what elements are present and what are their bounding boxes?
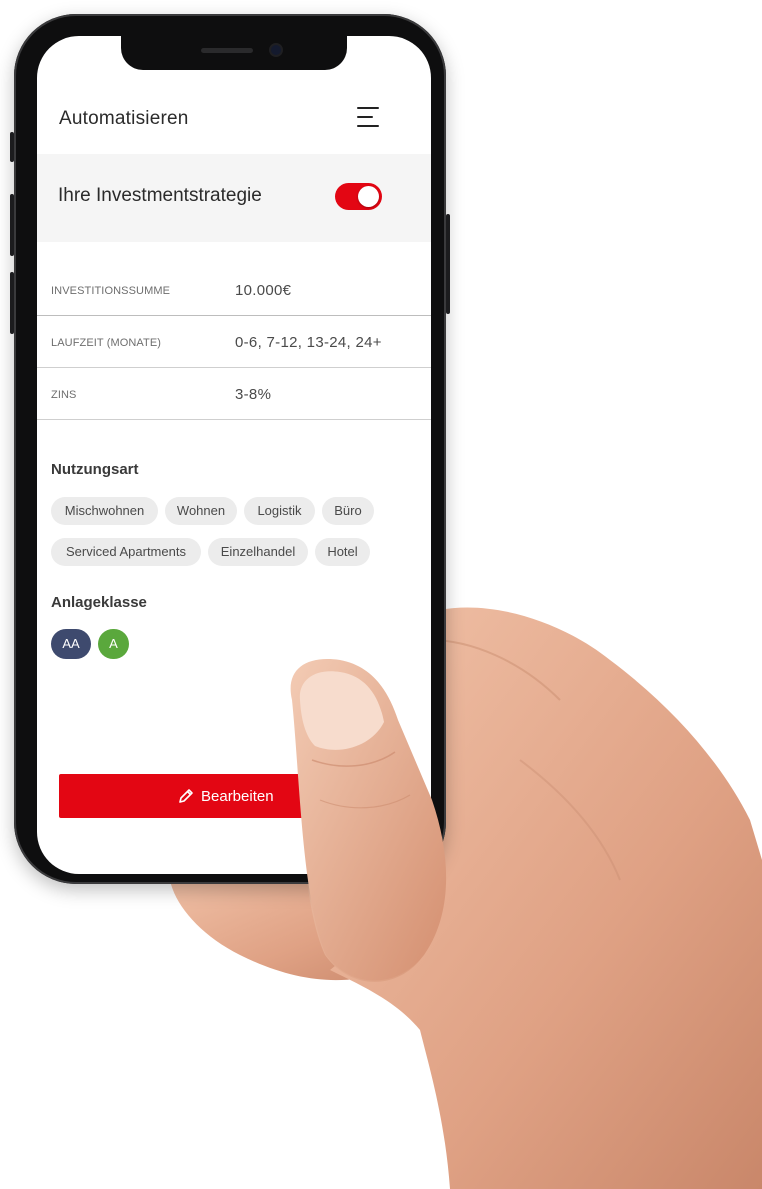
chip-wohnen[interactable]: Wohnen [165,497,237,525]
speaker-grille [201,48,253,53]
mute-switch [10,132,14,162]
chip-mischwohnen[interactable]: Mischwohnen [51,497,158,525]
volume-down-button [10,272,14,334]
pencil-icon [179,789,193,803]
chip-hotel[interactable]: Hotel [315,538,370,566]
detail-value: 3-8% [235,386,272,403]
edit-button[interactable]: Bearbeiten [59,774,409,818]
chip-row: Serviced Apartments Einzelhandel Hotel [51,538,421,566]
detail-key: LAUFZEIT (MONATE) [51,337,162,349]
grade-badge-aa[interactable]: AA [51,629,91,659]
notch [121,36,347,70]
volume-up-button [10,194,14,256]
phone-screen: Automatisieren Ihre Investmentstrategie … [37,36,431,874]
detail-row-investment: INVESTITIONSSUMME 10.000€ [37,264,431,316]
strategy-toggle[interactable] [335,183,382,210]
chip-logistik[interactable]: Logistik [244,497,315,525]
hamburger-menu-icon[interactable] [357,104,383,130]
asset-class-list: AA A [51,629,251,659]
grade-badge-a[interactable]: A [98,629,129,659]
strategy-label: Ihre Investmentstrategie [58,185,262,206]
toggle-knob [358,186,379,207]
detail-value: 0-6, 7-12, 13-24, 24+ [235,334,382,351]
chip-einzelhandel[interactable]: Einzelhandel [208,538,308,566]
strategy-details-table: INVESTITIONSSUMME 10.000€ LAUFZEIT (MONA… [37,264,431,420]
usage-chip-list: Mischwohnen Wohnen Logistik Büro Service… [51,497,421,579]
front-camera-icon [271,45,281,55]
chip-row: Mischwohnen Wohnen Logistik Büro [51,497,421,525]
strategy-toggle-row: Ihre Investmentstrategie [37,154,431,242]
detail-row-duration: LAUFZEIT (MONATE) 0-6, 7-12, 13-24, 24+ [37,316,431,368]
detail-key: ZINS [51,389,77,401]
asset-class-section-title: Anlageklasse [51,594,147,611]
app-header: Automatisieren [37,76,431,156]
detail-value: 10.000€ [235,282,292,299]
chip-serviced-apartments[interactable]: Serviced Apartments [51,538,201,566]
detail-key: INVESTITIONSSUMME [51,285,171,297]
edit-button-label: Bearbeiten [201,788,274,805]
usage-section-title: Nutzungsart [51,461,139,478]
page-title: Automatisieren [59,108,189,129]
detail-row-interest: ZINS 3-8% [37,368,431,420]
chip-buero[interactable]: Büro [322,497,374,525]
power-button [446,214,450,314]
phone-frame: Automatisieren Ihre Investmentstrategie … [10,14,450,884]
